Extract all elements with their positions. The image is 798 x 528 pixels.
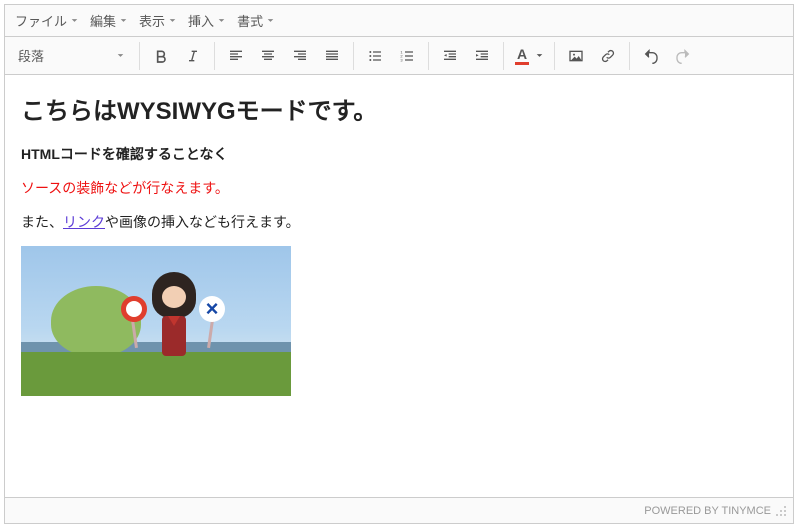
undo-icon: [643, 48, 659, 64]
content-image[interactable]: ×: [21, 246, 291, 396]
editor-container: ファイル 編集 表示 挿入 書式 段落: [4, 4, 794, 524]
menu-file-label: ファイル: [15, 11, 67, 30]
chevron-down-icon: [117, 52, 124, 59]
chevron-down-icon: [536, 52, 543, 59]
separator: [353, 42, 354, 70]
menu-view-label: 表示: [139, 11, 165, 30]
align-left-button[interactable]: [221, 41, 251, 71]
resize-handle-icon[interactable]: [775, 505, 787, 517]
align-right-icon: [292, 48, 308, 64]
align-left-icon: [228, 48, 244, 64]
chevron-down-icon: [267, 17, 274, 24]
powered-by-label[interactable]: POWERED BY TINYMCE: [644, 505, 771, 517]
image-icon: [568, 48, 584, 64]
separator: [139, 42, 140, 70]
svg-text:3: 3: [400, 57, 403, 62]
align-right-button[interactable]: [285, 41, 315, 71]
content-heading: こちらはWYSIWYGモードです。: [21, 91, 777, 126]
link-icon: [600, 48, 616, 64]
outdent-icon: [442, 48, 458, 64]
menu-edit[interactable]: 編集: [84, 7, 133, 34]
separator: [214, 42, 215, 70]
separator: [629, 42, 630, 70]
redo-button[interactable]: [668, 41, 698, 71]
menu-edit-label: 編集: [90, 11, 116, 30]
menu-format-label: 書式: [237, 11, 263, 30]
numbered-list-button[interactable]: 123: [392, 41, 422, 71]
menubar: ファイル 編集 表示 挿入 書式: [5, 5, 793, 37]
italic-button[interactable]: [178, 41, 208, 71]
separator: [503, 42, 504, 70]
bullet-list-button[interactable]: [360, 41, 390, 71]
bold-icon: [153, 48, 169, 64]
bold-button[interactable]: [146, 41, 176, 71]
bullet-list-icon: [367, 48, 383, 64]
block-format-select[interactable]: 段落: [9, 42, 133, 70]
separator: [554, 42, 555, 70]
content-subheading: HTMLコードを確認することなく: [21, 144, 777, 164]
chevron-down-icon: [218, 17, 225, 24]
chevron-down-icon: [120, 17, 127, 24]
align-center-icon: [260, 48, 276, 64]
text-color-icon: A: [515, 47, 529, 65]
align-center-button[interactable]: [253, 41, 283, 71]
content-paragraph-link: また、リンクや画像の挿入なども行えます。: [21, 212, 777, 232]
block-format-label: 段落: [18, 46, 44, 65]
menu-view[interactable]: 表示: [133, 7, 182, 34]
menu-format[interactable]: 書式: [231, 7, 280, 34]
menu-insert[interactable]: 挿入: [182, 7, 231, 34]
insert-link-button[interactable]: [593, 41, 623, 71]
separator: [428, 42, 429, 70]
insert-image-button[interactable]: [561, 41, 591, 71]
undo-button[interactable]: [636, 41, 666, 71]
chevron-down-icon: [71, 17, 78, 24]
align-justify-button[interactable]: [317, 41, 347, 71]
statusbar: POWERED BY TINYMCE: [5, 497, 793, 523]
editor-content[interactable]: こちらはWYSIWYGモードです。 HTMLコードを確認することなく ソースの装…: [5, 75, 793, 497]
content-red-line: ソースの装飾などが行なえます。: [21, 178, 777, 198]
indent-button[interactable]: [467, 41, 497, 71]
menu-file[interactable]: ファイル: [9, 7, 84, 34]
italic-icon: [185, 48, 201, 64]
redo-icon: [675, 48, 691, 64]
align-justify-icon: [324, 48, 340, 64]
menu-insert-label: 挿入: [188, 11, 214, 30]
text-color-button[interactable]: A: [510, 41, 548, 71]
numbered-list-icon: 123: [399, 48, 415, 64]
content-link[interactable]: リンク: [63, 214, 105, 230]
chevron-down-icon: [169, 17, 176, 24]
outdent-button[interactable]: [435, 41, 465, 71]
indent-icon: [474, 48, 490, 64]
toolbar: 段落 123: [5, 37, 793, 75]
